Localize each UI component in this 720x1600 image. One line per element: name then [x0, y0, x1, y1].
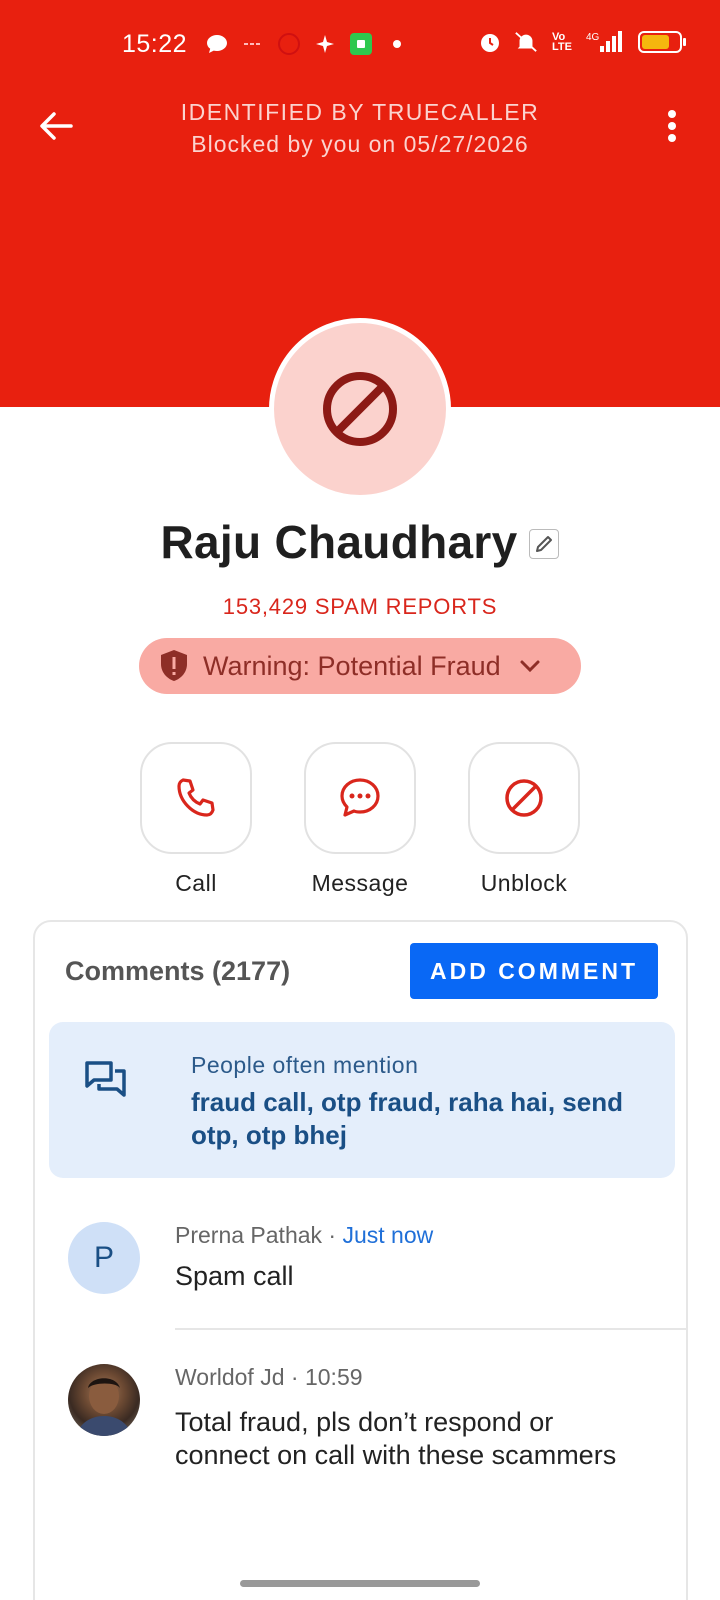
mute-icon: [514, 30, 538, 54]
call-button[interactable]: [140, 742, 252, 854]
identified-label: IDENTIFIED BY TRUECALLER: [180, 99, 540, 125]
contact-avatar: [269, 318, 451, 500]
svg-text:4G: 4G: [586, 32, 600, 43]
forum-icon: [85, 1061, 126, 1097]
meta-separator: ·: [284, 1364, 305, 1390]
comment-author: Worldof Jd: [175, 1364, 285, 1390]
unblock-action[interactable]: Unblock: [468, 742, 580, 897]
call-label: Call: [175, 870, 217, 896]
shield-alert-icon: [161, 650, 187, 681]
status-icons-right: Vo LTE 4G: [478, 30, 686, 54]
volte-icon: Vo LTE: [552, 31, 572, 53]
home-indicator[interactable]: [240, 1580, 480, 1587]
people-mention-box: People often mention fraud call, otp fra…: [49, 1022, 675, 1178]
alarm-icon: [478, 30, 502, 54]
comment-time: 10:59: [304, 1364, 363, 1390]
avatar: P: [68, 1222, 140, 1294]
unblock-button[interactable]: [468, 742, 580, 854]
block-icon: [323, 372, 397, 446]
chat-icon: [205, 32, 229, 56]
comment-meta: Prerna Pathak · Just now: [175, 1222, 433, 1249]
comment-divider: [175, 1328, 686, 1330]
more-options-button[interactable]: [652, 106, 692, 146]
comment-text: Spam call: [175, 1261, 294, 1291]
app-icon: [349, 32, 373, 56]
phone-icon: [177, 778, 215, 817]
more-vert-icon: [668, 110, 676, 142]
comment-meta: Worldof Jd · 10:59: [175, 1364, 363, 1391]
comment-time: Just now: [342, 1222, 434, 1248]
comments-title: Comments (2177): [65, 956, 291, 986]
call-action[interactable]: Call: [140, 742, 252, 897]
meta-separator: ·: [322, 1222, 343, 1248]
status-icons-left: [205, 32, 409, 56]
status-time: 15:22: [122, 30, 188, 58]
fraud-warning-chip[interactable]: Warning: Potential Fraud: [139, 638, 581, 694]
pencil-icon: [536, 536, 553, 552]
status-bar: 15:22 Vo LTE 4G: [0, 0, 720, 90]
message-action[interactable]: Message: [304, 742, 416, 897]
profile-photo-icon: [76, 1378, 132, 1436]
warning-text: Warning: Potential Fraud: [203, 650, 501, 681]
battery-icon: [638, 31, 686, 53]
avatar: [68, 1364, 140, 1436]
message-icon: [340, 778, 380, 817]
comment-author: Prerna Pathak: [175, 1222, 323, 1248]
dot-icon: [385, 32, 409, 56]
comment-text: Total fraud, pls don’t respond or connec…: [175, 1407, 617, 1470]
mention-keywords: fraud call, otp fraud, raha hai, send ot…: [191, 1087, 623, 1150]
add-comment-button[interactable]: ADD COMMENT: [410, 943, 658, 999]
contact-name: Raju Chaudhary: [160, 516, 518, 568]
mention-label: People often mention: [191, 1052, 419, 1078]
comments-card: Comments (2177) ADD COMMENT People often…: [33, 920, 688, 1600]
signal-icon: 4G: [586, 30, 626, 54]
sparkle-icon: [313, 32, 337, 56]
spam-report-count: 153,429 SPAM REPORTS: [222, 594, 498, 619]
blocked-label: Blocked by you on 05/27/2026: [191, 131, 529, 157]
message-button[interactable]: [304, 742, 416, 854]
contact-name-row: Raju Chaudhary: [0, 515, 720, 569]
edit-name-button[interactable]: [529, 529, 560, 559]
chevron-down-icon: [519, 659, 541, 673]
record-icon: [277, 32, 301, 56]
message-label: Message: [311, 870, 409, 896]
block-icon: [505, 779, 543, 817]
unblock-label: Unblock: [480, 870, 568, 896]
data-icon: [241, 32, 265, 56]
